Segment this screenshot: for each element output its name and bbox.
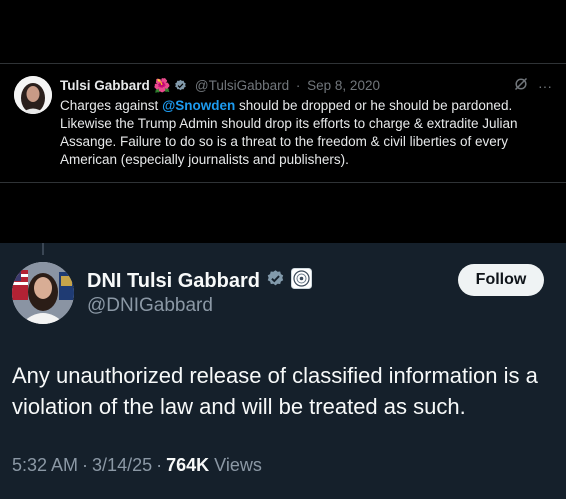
quoted-avatar[interactable]: [14, 76, 52, 114]
author-name-row: DNI Tulsi Gabbard: [87, 268, 312, 294]
quoted-header: Tulsi Gabbard 🌺 @TulsiGabbard · Sep 8, 2…: [60, 78, 380, 94]
gray-verified-badge-icon: [266, 269, 285, 293]
quoted-actions: ···: [514, 77, 552, 94]
author-handle[interactable]: @DNIGabbard: [87, 295, 213, 317]
tweet-meta: 5:32 AM · 3/14/25 · 764K Views: [12, 455, 262, 476]
quoted-author-name[interactable]: Tulsi Gabbard: [60, 78, 150, 93]
snowden-mention-link[interactable]: @Snowden: [162, 98, 235, 113]
quoted-handle[interactable]: @TulsiGabbard: [195, 78, 289, 93]
quoted-text-before: Charges against: [60, 98, 163, 113]
author-avatar[interactable]: [12, 262, 74, 324]
verified-badge-icon: [174, 78, 191, 93]
views-count[interactable]: 764K: [166, 455, 209, 475]
quoted-date[interactable]: Sep 8, 2020: [307, 78, 380, 93]
views-label: Views: [209, 455, 262, 475]
tweet-time[interactable]: 5:32 AM: [12, 455, 78, 475]
government-seal-icon[interactable]: [290, 268, 312, 294]
tweet-text: Any unauthorized release of classified i…: [12, 363, 538, 419]
grok-icon[interactable]: [514, 77, 528, 94]
meta-separator: ·: [82, 455, 89, 475]
follow-button[interactable]: Follow: [458, 264, 544, 296]
quoted-tweet[interactable]: Tulsi Gabbard 🌺 @TulsiGabbard · Sep 8, 2…: [0, 63, 566, 183]
quoted-separator: ·: [295, 78, 301, 93]
meta-separator: ·: [156, 455, 163, 475]
hibiscus-emoji: 🌺: [153, 78, 171, 93]
tweet-date[interactable]: 3/14/25: [92, 455, 152, 475]
thread-connector: [42, 243, 44, 255]
quoted-tweet-text: Charges against @Snowden should be dropp…: [60, 97, 556, 169]
main-tweet: DNI Tulsi Gabbard @DNIGabbard Follow Any…: [0, 243, 566, 499]
more-options-icon[interactable]: ···: [538, 78, 552, 94]
author-name[interactable]: DNI Tulsi Gabbard: [87, 270, 260, 293]
